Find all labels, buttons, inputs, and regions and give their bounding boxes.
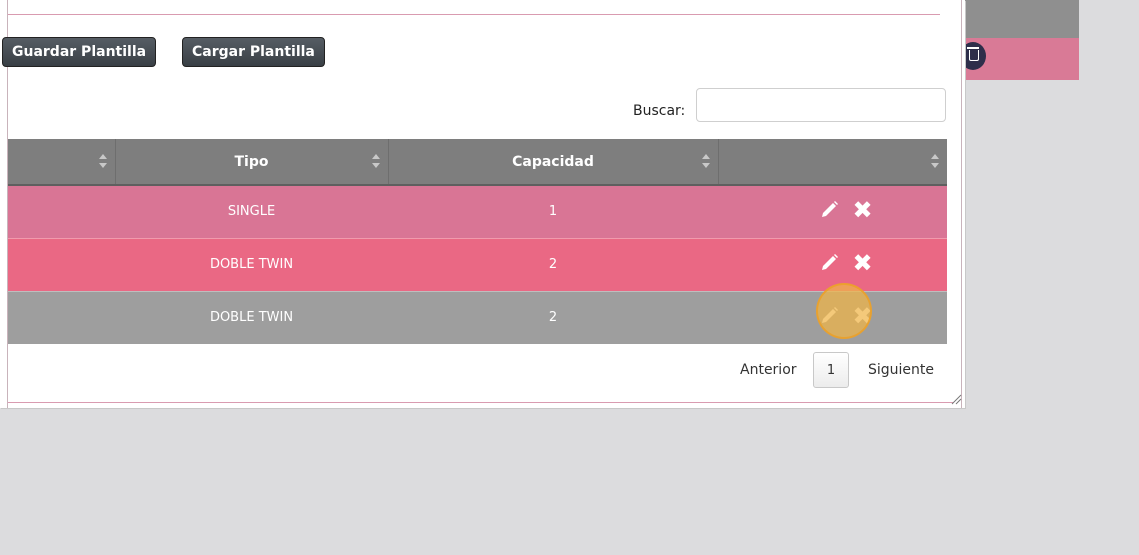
- bottom-divider: [8, 402, 953, 403]
- pagination-previous[interactable]: Anterior: [740, 362, 797, 378]
- pagination-next[interactable]: Siguiente: [868, 362, 934, 378]
- table-cell: [8, 238, 115, 292]
- table-row[interactable]: SINGLE 1 ✖: [8, 185, 947, 239]
- dialog-right-border: [961, 0, 962, 408]
- close-icon[interactable]: ✖: [852, 198, 872, 222]
- column-header-capacidad[interactable]: Capacidad: [388, 139, 719, 186]
- table-row[interactable]: DOBLE TWIN 2 ✖: [8, 238, 947, 292]
- column-header-tipo[interactable]: Tipo: [115, 139, 389, 186]
- search-label: Buscar:: [633, 103, 686, 119]
- table-row[interactable]: DOBLE TWIN 2 ✖: [8, 291, 947, 345]
- template-dialog: Guardar Plantilla Cargar Plantilla Busca…: [0, 0, 965, 408]
- table-header-row: Tipo Capacidad: [8, 139, 947, 186]
- room-types-table: Tipo Capacidad SINGLE 1 ✖ DOBLE TWIN 2 ✖…: [8, 139, 947, 345]
- click-indicator: [816, 283, 872, 339]
- sort-icon[interactable]: [371, 154, 380, 168]
- edit-icon[interactable]: [818, 252, 840, 274]
- search-input[interactable]: [696, 88, 946, 122]
- column-header-label: Capacidad: [512, 153, 594, 170]
- table-cell-tipo: DOBLE TWIN: [115, 291, 388, 345]
- edit-icon[interactable]: [818, 199, 840, 221]
- save-template-button[interactable]: Guardar Plantilla: [2, 37, 157, 67]
- sort-icon[interactable]: [701, 154, 710, 168]
- close-icon[interactable]: ✖: [852, 251, 872, 275]
- table-cell: [8, 185, 115, 239]
- resize-grip-icon[interactable]: [950, 393, 962, 405]
- table-cell-tipo: SINGLE: [115, 185, 388, 239]
- column-header-first[interactable]: [8, 139, 116, 186]
- table-cell: [8, 291, 115, 345]
- column-header-actions[interactable]: [718, 139, 947, 186]
- pagination-page-button[interactable]: 1: [813, 352, 849, 388]
- load-template-button[interactable]: Cargar Plantilla: [182, 37, 325, 67]
- sort-icon[interactable]: [931, 154, 939, 168]
- table-cell-capacidad: 2: [388, 238, 718, 292]
- table-cell-capacidad: 2: [388, 291, 718, 345]
- table-cell-actions: ✖: [718, 185, 947, 239]
- sort-icon[interactable]: [98, 154, 107, 168]
- table-cell-actions: ✖: [718, 238, 947, 292]
- top-divider: [8, 14, 940, 15]
- column-header-label: Tipo: [234, 153, 269, 170]
- table-cell-tipo: DOBLE TWIN: [115, 238, 388, 292]
- table-cell-capacidad: 1: [388, 185, 718, 239]
